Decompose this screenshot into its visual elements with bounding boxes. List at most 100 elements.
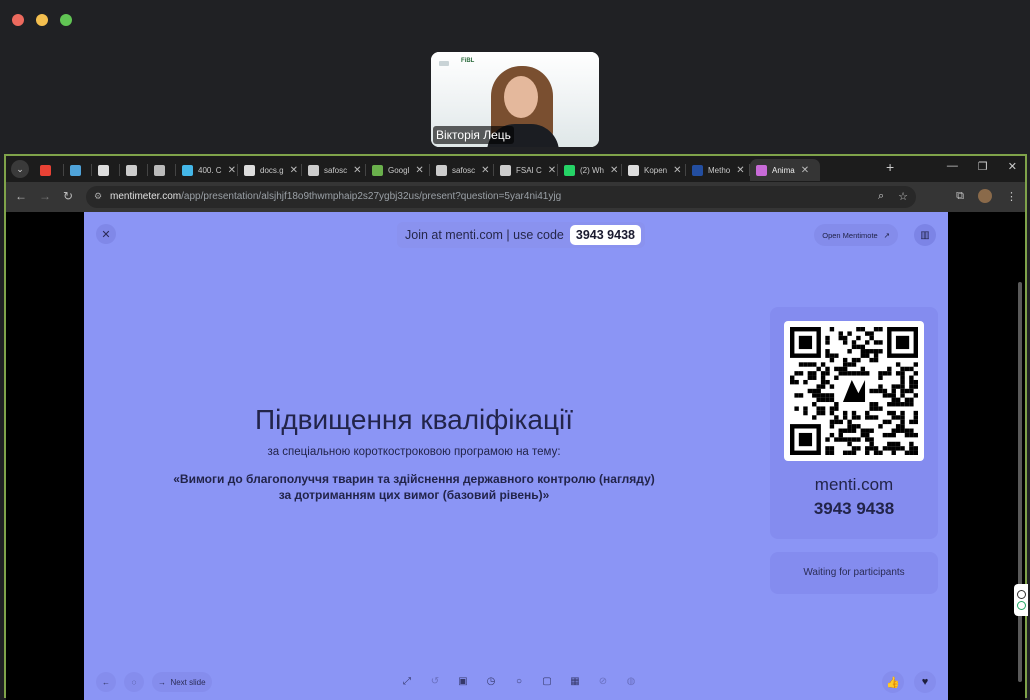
previous-slide-icon[interactable]: ← xyxy=(96,672,116,692)
tab-label: docs.g xyxy=(260,165,284,175)
browser-tab[interactable] xyxy=(120,159,148,181)
tab-label: Metho xyxy=(708,165,731,175)
forward-icon[interactable]: → xyxy=(39,189,51,203)
qa-icon[interactable]: ○ xyxy=(512,674,526,688)
browser-tab[interactable]: safosc ✕ xyxy=(302,159,366,181)
bookmark-star-icon[interactable]: ☆ xyxy=(898,190,908,203)
globe-icon xyxy=(500,164,511,176)
tab-search-button[interactable]: ⌄ xyxy=(11,160,29,178)
browser-tab[interactable] xyxy=(148,159,176,181)
close-tab-icon[interactable]: ✕ xyxy=(228,165,236,176)
close-circle-icon[interactable] xyxy=(1016,590,1026,599)
menu-kebab-icon[interactable]: ⋮ xyxy=(1006,190,1017,203)
menti-code: 3943 9438 xyxy=(813,499,895,518)
browser-tab[interactable]: Kopen ✕ xyxy=(622,159,686,181)
address-bar[interactable]: ⚙ mentimeter.com/app/presentation/alsjhj… xyxy=(86,186,916,208)
join-qr-card: menti.com 3943 9438 xyxy=(770,307,938,539)
browser-tab[interactable]: docs.g ✕ xyxy=(238,159,302,181)
gmail-icon xyxy=(40,164,51,176)
minimize-icon[interactable]: — xyxy=(947,160,958,173)
back-icon[interactable]: ← xyxy=(15,189,27,203)
chatgpt-icon xyxy=(628,164,639,176)
url-text[interactable]: mentimeter.com/app/presentation/alsjhjf1… xyxy=(110,191,561,202)
timer-icon[interactable]: ◷ xyxy=(484,674,498,688)
close-tab-icon[interactable]: ✕ xyxy=(548,165,556,176)
browser-tab[interactable]: safosc ✕ xyxy=(430,159,494,181)
heart-icon[interactable]: ♥ xyxy=(914,671,936,693)
new-tab-button[interactable]: + xyxy=(886,159,894,175)
undo-icon[interactable]: ↺ xyxy=(428,674,442,688)
topic-line-1: «Вимоги до благополуччя тварин та здійсн… xyxy=(173,472,655,486)
next-slide-button[interactable]: → Next slide xyxy=(152,672,212,692)
browser-tab[interactable]: Googl ✕ xyxy=(366,159,430,181)
qr-code xyxy=(784,321,924,461)
participant-name-label: Вікторія Лець xyxy=(433,126,514,144)
results-icon[interactable]: ▣ xyxy=(456,674,470,688)
qr-icon[interactable]: ▦ xyxy=(568,674,582,688)
browser-tab[interactable] xyxy=(64,159,92,181)
hide-icon[interactable]: ⊘ xyxy=(596,674,610,688)
tool-icons: ⤢ ↺ ▣ ◷ ○ ▢ ▦ ⊘ ◍ xyxy=(400,674,638,688)
browser-tab[interactable]: Anima ✕ xyxy=(750,159,820,181)
close-tab-icon[interactable]: ✕ xyxy=(801,165,809,176)
id-card-icon xyxy=(98,164,109,176)
site-info-icon[interactable]: ⚙ xyxy=(94,191,104,201)
close-tab-icon[interactable]: ✕ xyxy=(353,165,361,176)
profile-avatar[interactable] xyxy=(978,189,992,203)
extensions-icon[interactable]: ⧉ xyxy=(956,190,964,203)
slide-topic: «Вимоги до благополуччя тварин та здійсн… xyxy=(84,471,744,503)
close-tab-icon[interactable]: ✕ xyxy=(415,165,423,176)
restore-icon[interactable]: ❐ xyxy=(978,160,988,173)
thumbs-up-icon[interactable]: 👍 xyxy=(882,671,904,693)
menti-icon xyxy=(756,164,767,176)
slide-subtitle: за спеціальною короткостроковою програмо… xyxy=(267,446,561,458)
close-presentation-button[interactable]: ✕ xyxy=(96,224,116,244)
side-panel-button[interactable]: ▥ xyxy=(914,224,936,246)
doc-icon xyxy=(244,164,255,176)
browser-window-controls: — ❐ ✕ xyxy=(947,160,1017,173)
lightbulb-icon[interactable]: ◌ xyxy=(124,672,144,692)
join-instructions: Join at menti.com | use code 3943 9438 xyxy=(397,222,645,248)
tab-label: safosc xyxy=(452,165,476,175)
open-mentimote-button[interactable]: Open Mentimote ↗ xyxy=(814,224,898,246)
fullscreen-icon[interactable]: ⤢ xyxy=(400,674,414,688)
page-icon xyxy=(308,164,319,176)
browser-tab[interactable]: 400. C ✕ xyxy=(176,159,238,181)
close-window-button[interactable] xyxy=(12,14,24,26)
close-icon[interactable]: ✕ xyxy=(1008,160,1017,173)
browser-tab[interactable]: (2) Wh ✕ xyxy=(558,159,622,181)
browser-tab[interactable]: FSAI C ✕ xyxy=(494,159,558,181)
tab-label: (2) Wh xyxy=(580,165,604,175)
tab-label: Googl xyxy=(388,165,410,175)
tab-bar: ⌄ 400. C ✕ docs.g ✕ safosc ✕ Googl ✕ safosc ✕ FSAI… xyxy=(6,156,1025,182)
participant-video-tile[interactable]: FiBL Вікторія Лець xyxy=(431,52,599,147)
external-link-icon: ↗ xyxy=(883,230,890,240)
presenter-controls: ← ◌ → Next slide ⤢ ↺ ▣ ◷ ○ ▢ ▦ ⊘ ◍ 👍 ♥ xyxy=(84,662,948,700)
tab-label: 400. C xyxy=(198,165,222,175)
close-tab-icon[interactable]: ✕ xyxy=(610,165,618,176)
zoom-window-button[interactable] xyxy=(60,14,72,26)
browser-tab[interactable]: Metho ✕ xyxy=(686,159,750,181)
join-text: Join at menti.com | use code xyxy=(405,228,564,242)
close-tab-icon[interactable]: ✕ xyxy=(673,165,681,176)
reaction-controls: 👍 ♥ xyxy=(882,671,936,693)
comments-icon[interactable]: ▢ xyxy=(540,674,554,688)
minimize-window-button[interactable] xyxy=(36,14,48,26)
browser-tab[interactable] xyxy=(92,159,120,181)
browser-tab[interactable] xyxy=(34,159,64,181)
whatsapp-icon xyxy=(564,164,575,176)
page-scrollbar[interactable] xyxy=(1017,272,1023,692)
page-viewport: ✕ Join at menti.com | use code 3943 9438… xyxy=(6,212,1028,700)
tab-label: FSAI C xyxy=(516,165,542,175)
close-tab-icon[interactable]: ✕ xyxy=(481,165,489,176)
extension-status-icon[interactable] xyxy=(1016,601,1026,610)
close-tab-icon[interactable]: ✕ xyxy=(290,165,298,176)
window-controls xyxy=(12,14,72,26)
reload-icon[interactable]: ↻ xyxy=(63,189,73,203)
close-tab-icon[interactable]: ✕ xyxy=(736,165,744,176)
side-extension-widget[interactable] xyxy=(1014,584,1028,616)
lock-icon[interactable]: ◍ xyxy=(624,674,638,688)
zoom-icon[interactable]: ⌕ xyxy=(878,190,884,203)
browser-toolbar: ← → ↻ ⚙ mentimeter.com/app/presentation/… xyxy=(6,182,1025,212)
menti-slide: ✕ Join at menti.com | use code 3943 9438… xyxy=(84,212,948,700)
